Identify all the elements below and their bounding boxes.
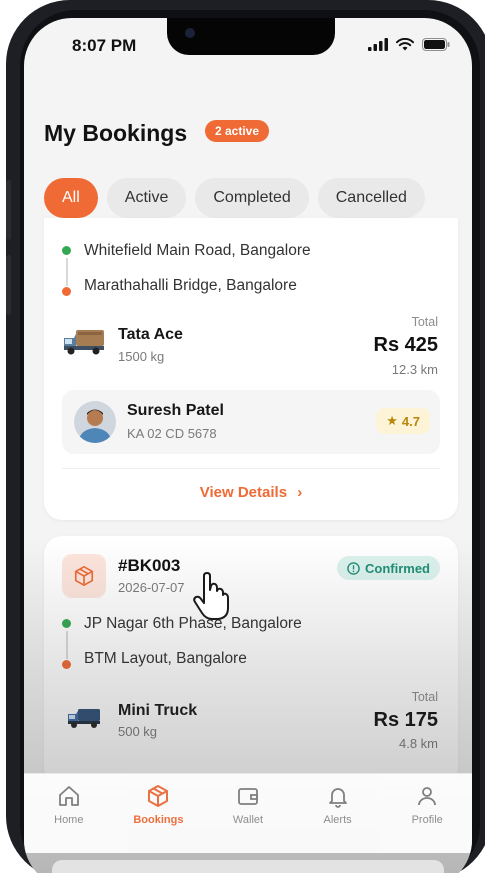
drop-address: BTM Layout, Bangalore bbox=[84, 650, 247, 667]
chevron-right-icon: › bbox=[297, 484, 303, 501]
volume-up-button bbox=[6, 180, 11, 240]
booking-distance: 4.8 km bbox=[398, 736, 438, 751]
vehicle-name: Mini Truck bbox=[118, 702, 198, 719]
package-icon bbox=[62, 554, 106, 598]
vehicle-capacity: 500 kg bbox=[118, 724, 158, 739]
total-label: Total bbox=[411, 315, 438, 329]
view-details-label: View Details bbox=[199, 484, 288, 501]
drop-address: Marathahalli Bridge, Bangalore bbox=[84, 277, 297, 294]
nav-bookings-label: Bookings bbox=[133, 814, 184, 826]
status-time: 8:07 PM bbox=[72, 36, 137, 55]
star-icon: ★ bbox=[386, 413, 398, 428]
wallet-icon bbox=[238, 788, 258, 805]
booking-date: 2026-07-07 bbox=[118, 580, 185, 595]
nav-bookings[interactable]: Bookings bbox=[114, 774, 204, 853]
nav-wallet-label: Wallet bbox=[232, 814, 264, 826]
drop-dot bbox=[62, 287, 71, 296]
vehicle-name: Tata Ace bbox=[118, 326, 183, 343]
camera-icon bbox=[185, 28, 195, 38]
nav-home[interactable]: Home bbox=[24, 774, 114, 853]
home-icon bbox=[58, 786, 79, 806]
tab-cancelled[interactable]: Cancelled bbox=[317, 178, 425, 218]
view-details-link[interactable]: View Details › bbox=[44, 484, 458, 501]
route-line bbox=[65, 258, 68, 286]
pickup-dot bbox=[62, 246, 71, 255]
nav-wallet[interactable]: Wallet bbox=[203, 774, 293, 853]
tab-completed[interactable]: Completed bbox=[195, 178, 309, 218]
card-divider bbox=[62, 468, 440, 469]
tab-active[interactable]: Active bbox=[106, 178, 187, 218]
pickup-address: Whitefield Main Road, Bangalore bbox=[84, 242, 311, 259]
driver-name: Suresh Patel bbox=[127, 402, 224, 419]
truck-icon bbox=[64, 330, 104, 355]
nav-home-label: Home bbox=[54, 814, 84, 826]
driver-info: Suresh Patel KA 02 CD 5678 ★ 4.7 bbox=[62, 390, 440, 454]
dynamic-island bbox=[167, 18, 335, 55]
page-title: My Bookings bbox=[44, 120, 188, 146]
package-icon bbox=[148, 785, 169, 807]
status-icons bbox=[368, 38, 450, 51]
booking-price: Rs 425 bbox=[373, 334, 439, 356]
nav-alerts[interactable]: Alerts bbox=[293, 774, 383, 853]
vehicle-capacity: 1500 kg bbox=[118, 349, 165, 364]
status-label: Confirmed bbox=[365, 560, 430, 576]
nav-profile-label: Profile bbox=[411, 814, 443, 826]
app-screen: 8:07 PM My Bookings 2 active All Active … bbox=[24, 18, 472, 873]
status-badge: Confirmed bbox=[337, 556, 440, 580]
driver-avatar bbox=[74, 401, 116, 443]
driver-rating: ★ 4.7 bbox=[376, 408, 430, 434]
active-count-badge: 2 active bbox=[205, 120, 270, 142]
total-label: Total bbox=[411, 690, 438, 704]
home-indicator-area bbox=[52, 860, 444, 873]
bottom-navigation: Home Bookings Wallet Alerts Profile bbox=[24, 773, 472, 853]
vehicle-plate: KA 02 CD 5678 bbox=[127, 426, 217, 441]
bell-icon bbox=[328, 788, 347, 808]
booking-card[interactable]: #BK003 2026-07-07 Confirmed JP Nagar 6th… bbox=[44, 536, 458, 786]
wifi-icon bbox=[396, 38, 414, 51]
nav-alerts-label: Alerts bbox=[323, 814, 352, 826]
volume-down-button bbox=[6, 255, 11, 315]
booking-distance: 12.3 km bbox=[391, 362, 438, 377]
drop-dot bbox=[62, 660, 71, 669]
rating-value: 4.7 bbox=[401, 413, 420, 429]
filter-tabs: All Active Completed Cancelled bbox=[44, 178, 425, 218]
hand-pointer-icon bbox=[193, 572, 229, 620]
nav-profile[interactable]: Profile bbox=[382, 774, 472, 853]
mini-truck-icon bbox=[68, 709, 100, 728]
battery-icon bbox=[422, 38, 450, 51]
route-line bbox=[65, 631, 68, 659]
booking-card[interactable]: Whitefield Main Road, Bangalore Marathah… bbox=[44, 218, 458, 520]
booking-price: Rs 175 bbox=[373, 709, 439, 731]
tab-all[interactable]: All bbox=[44, 178, 98, 218]
pickup-dot bbox=[62, 619, 71, 628]
signal-icon bbox=[368, 38, 388, 51]
booking-id: #BK003 bbox=[118, 556, 181, 575]
info-icon bbox=[347, 561, 360, 575]
user-icon bbox=[418, 787, 437, 806]
